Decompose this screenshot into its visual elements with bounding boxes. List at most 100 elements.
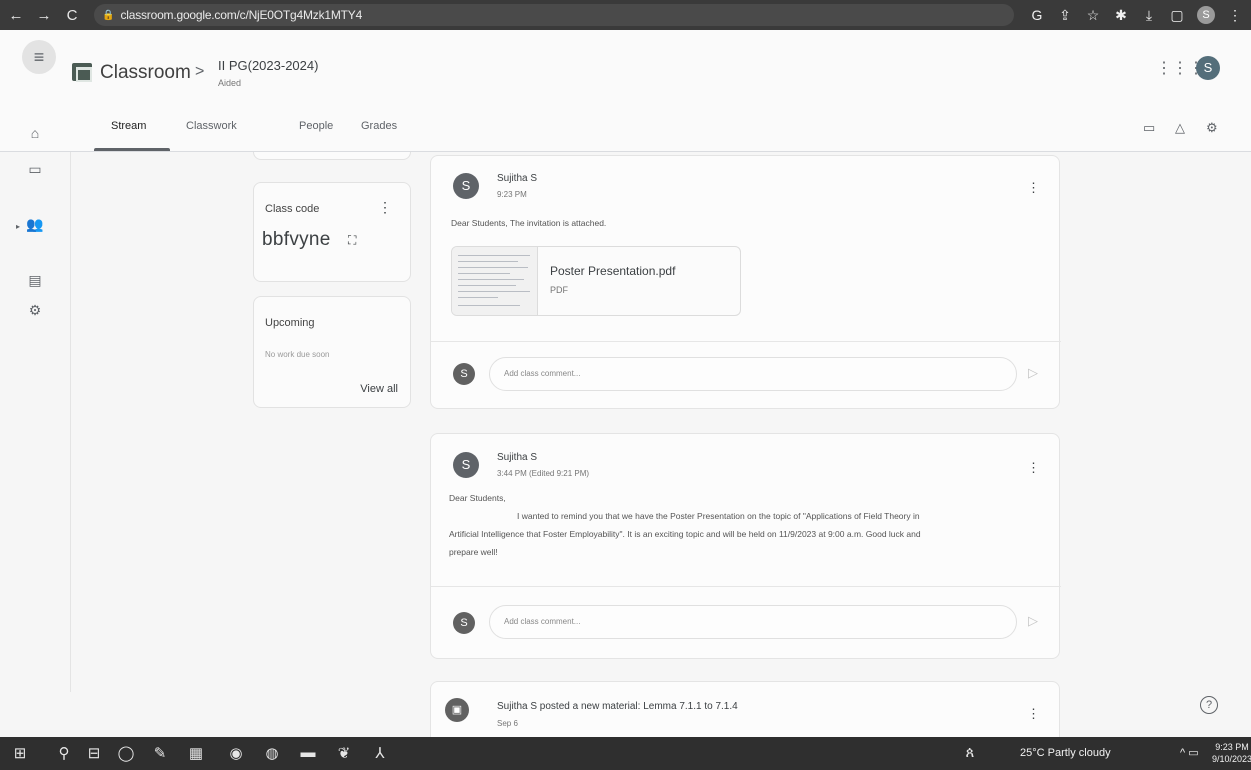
post-body-line: I wanted to remind you that we have the …	[517, 511, 920, 521]
comment-divider	[431, 341, 1061, 342]
back-arrow-icon[interactable]: ←	[4, 7, 28, 24]
drive-folder-icon[interactable]: △	[1175, 120, 1185, 136]
post-author[interactable]: Sujitha S	[497, 173, 537, 184]
post-more-icon[interactable]: ⋮	[1027, 460, 1040, 476]
screen: ← → C 🔒 classroom.google.com/c/NjE0OTg4M…	[0, 0, 1251, 770]
acrobat-icon[interactable]: ⅄	[370, 744, 390, 762]
edge-browser-icon[interactable]: ◉	[226, 744, 246, 762]
commenter-avatar: S	[453, 363, 475, 385]
share-icon[interactable]: ⇪	[1057, 6, 1073, 24]
pen-app-icon[interactable]: ✎	[150, 744, 170, 762]
expand-caret-icon[interactable]: ▸	[16, 222, 20, 231]
attachment-name[interactable]: Poster Presentation.pdf	[550, 264, 675, 278]
taskbar: ⊞ ⚲ ⊟ ◯ ✎ ▦ ◉ ◍ ▬ ❦ ⅄ ጰ 25°C Partly clou…	[0, 737, 1251, 770]
address-bar[interactable]: 🔒 classroom.google.com/c/NjE0OTg4Mzk1MTY…	[94, 4, 1014, 26]
author-avatar[interactable]: S	[453, 452, 479, 478]
class-comment-input[interactable]: Add class comment...	[489, 605, 1017, 639]
reload-icon[interactable]: C	[60, 7, 84, 24]
account-avatar[interactable]: S	[1196, 56, 1220, 80]
class-code-value: bbfvyne	[262, 229, 331, 250]
windows-start-icon[interactable]: ⊞	[10, 744, 30, 762]
post-body-line: prepare well!	[449, 547, 498, 557]
chrome-browser-icon[interactable]: ◍	[262, 744, 282, 762]
store-app-icon[interactable]: ▬	[298, 744, 318, 761]
main-menu-icon[interactable]: ≡	[22, 40, 56, 74]
class-name[interactable]: II PG(2023-2024)	[218, 58, 318, 73]
send-icon[interactable]: ▷	[1028, 613, 1038, 629]
extensions-icon[interactable]: ✱	[1113, 6, 1129, 24]
commenter-avatar: S	[453, 612, 475, 634]
stream-post: S Sujitha S 9:23 PM ⋮ Dear Students, The…	[430, 155, 1061, 409]
post-time: 3:44 PM (Edited 9:21 PM)	[497, 469, 590, 478]
side-panel-icon[interactable]: ▢	[1169, 6, 1185, 24]
feather-app-icon[interactable]: ❦	[334, 744, 354, 762]
class-comment-input[interactable]: Add class comment...	[489, 357, 1017, 391]
system-tray-icon[interactable]: ^ ▭	[1180, 746, 1199, 759]
stream-post: S Sujitha S 3:44 PM (Edited 9:21 PM) ⋮ D…	[430, 433, 1061, 659]
tab-classwork[interactable]: Classwork	[186, 120, 237, 132]
upcoming-title: Upcoming	[265, 317, 315, 329]
bookmark-star-icon[interactable]: ☆	[1085, 6, 1101, 24]
app-header: ≡ Classroom > II PG(2023-2024) Aided	[0, 30, 1251, 108]
attachment-type: PDF	[550, 285, 568, 295]
pdf-thumbnail	[452, 247, 538, 315]
browser-actions: G ⇪ ☆ ✱ ⤓ ▢ S ⋮	[1029, 6, 1243, 24]
classroom-logo-icon[interactable]	[72, 63, 92, 82]
material-icon: ▣	[445, 698, 469, 722]
tab-stream[interactable]: Stream	[111, 120, 146, 132]
author-avatar[interactable]: S	[453, 173, 479, 199]
app-name[interactable]: Classroom	[100, 62, 191, 84]
post-more-icon[interactable]: ⋮	[1027, 706, 1040, 722]
post-body-greeting: Dear Students,	[449, 493, 506, 503]
to-do-icon[interactable]: ▤	[26, 272, 44, 289]
material-title[interactable]: Sujitha S posted a new material: Lemma 7…	[497, 701, 738, 712]
fullscreen-icon[interactable]: ⛶	[348, 233, 356, 248]
post-body-line: Artificial Intelligence that Foster Empl…	[449, 529, 921, 539]
post-body: Dear Students, The invitation is attache…	[451, 218, 607, 228]
cortana-icon[interactable]: ◯	[116, 744, 136, 762]
post-time: 9:23 PM	[497, 190, 527, 199]
google-lens-icon[interactable]: G	[1029, 6, 1045, 24]
post-author[interactable]: Sujitha S	[497, 452, 537, 463]
rail-divider	[70, 152, 71, 692]
calendar-rail-icon[interactable]: ▭	[26, 161, 44, 178]
weather-widget[interactable]: 25°C Partly cloudy	[1020, 747, 1111, 759]
settings-rail-icon[interactable]: ⚙	[26, 302, 44, 319]
word-app-icon[interactable]: ▦	[186, 744, 206, 762]
active-tab-indicator	[94, 148, 170, 151]
material-date: Sep 6	[497, 719, 518, 728]
upcoming-card: Upcoming No work due soon View all	[253, 296, 411, 408]
post-more-icon[interactable]: ⋮	[1027, 180, 1040, 196]
clock-date: 9/10/2023	[1212, 754, 1251, 764]
banner-card-edge	[253, 152, 411, 160]
class-code-label: Class code	[265, 203, 320, 215]
clock[interactable]: 9:23 PM 9/10/2023	[1212, 741, 1251, 765]
send-icon[interactable]: ▷	[1028, 365, 1038, 381]
class-code-more-icon[interactable]: ⋮	[378, 199, 392, 216]
search-icon[interactable]: ⚲	[54, 744, 74, 762]
class-section: Aided	[218, 78, 242, 88]
help-icon[interactable]: ?	[1200, 696, 1218, 714]
browser-menu-icon[interactable]: ⋮	[1227, 6, 1243, 24]
tab-people[interactable]: People	[299, 120, 333, 132]
task-view-icon[interactable]: ⊟	[84, 744, 104, 762]
breadcrumb-chevron-icon: >	[195, 63, 205, 80]
download-icon[interactable]: ⤓	[1141, 6, 1157, 24]
tab-grades[interactable]: Grades	[361, 120, 397, 132]
comment-divider	[431, 586, 1061, 587]
attachment-card[interactable]: Poster Presentation.pdf PDF	[451, 246, 741, 316]
lock-icon: 🔒	[102, 9, 115, 21]
clock-time: 9:23 PM	[1215, 742, 1249, 752]
home-icon[interactable]: ⌂	[26, 125, 44, 141]
browser-toolbar: ← → C 🔒 classroom.google.com/c/NjE0OTg4M…	[0, 0, 1251, 30]
url-text[interactable]: classroom.google.com/c/NjE0OTg4Mzk1MTY4	[120, 8, 362, 22]
upcoming-empty-text: No work due soon	[265, 350, 330, 359]
browser-profile-avatar[interactable]: S	[1197, 6, 1215, 24]
view-all-link[interactable]: View all	[360, 383, 398, 395]
class-settings-icon[interactable]: ⚙	[1206, 120, 1218, 136]
enrolled-people-icon[interactable]: 👥	[26, 216, 44, 233]
tab-bar: Stream Classwork People Grades ▭ △ ⚙	[0, 108, 1251, 152]
forward-arrow-icon[interactable]: →	[32, 7, 56, 24]
calendar-icon[interactable]: ▭	[1143, 120, 1155, 136]
person-icon[interactable]: ጰ	[960, 744, 980, 761]
